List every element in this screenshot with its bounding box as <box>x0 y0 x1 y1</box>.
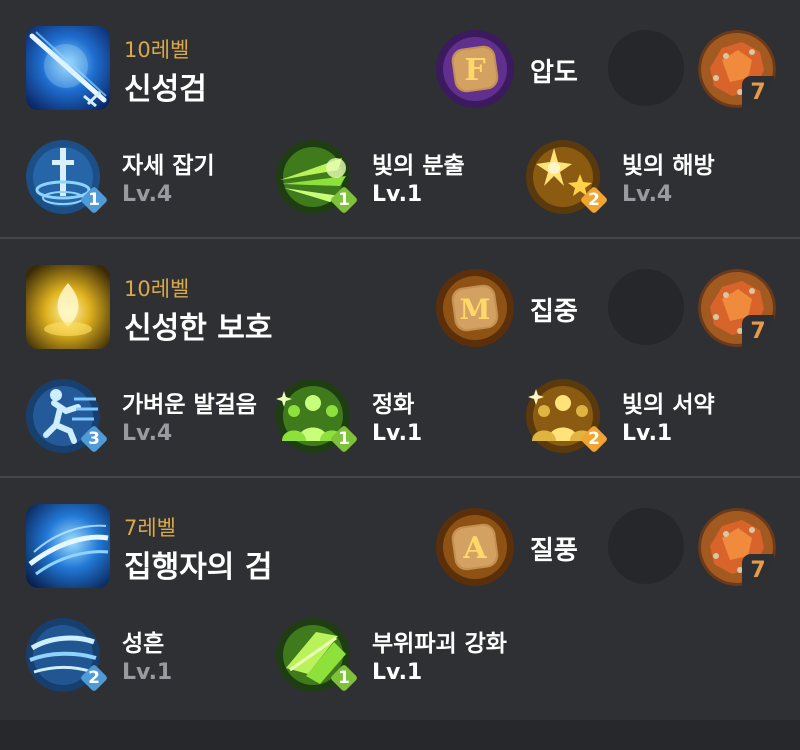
tripod-tier-badge: 1 <box>329 424 359 454</box>
skill-level: 7레벨 <box>124 516 177 540</box>
gem-icon[interactable]: 7 <box>698 30 776 108</box>
tripod-name: 부위파괴 강화 <box>372 631 507 657</box>
tripod-item[interactable]: 1 빛의 분출 Lv.1 <box>276 140 516 220</box>
tripod-level: Lv.1 <box>122 660 173 685</box>
rune-stone-icon[interactable]: A <box>436 508 514 586</box>
tripod-item[interactable]: 2 빛의 서약 Lv.1 <box>526 379 766 459</box>
rune-letter: M <box>460 293 491 326</box>
tripod-tier-badge: 2 <box>579 185 609 215</box>
tripod-level: Lv.1 <box>372 660 423 685</box>
tripod-name: 자세 잡기 <box>122 153 215 179</box>
tripod-name: 가벼운 발걸음 <box>122 392 257 418</box>
tripod-item[interactable]: 3 가벼운 발걸음 Lv.4 <box>26 379 266 459</box>
skill-card-holy-sword[interactable]: 10레벨 신성검 F 압도 7 1 자세 잡기 Lv.4 1 빛의 분출 Lv.… <box>0 0 800 239</box>
tripod-level: Lv.4 <box>122 421 173 446</box>
tripod-item[interactable]: 1 부위파괴 강화 Lv.1 <box>276 618 516 698</box>
tripod-name: 빛의 서약 <box>622 392 715 418</box>
tripod-name: 빛의 분출 <box>372 153 465 179</box>
rune-label: 질풍 <box>530 536 578 566</box>
tripod-tier-badge: 1 <box>329 185 359 215</box>
empty-gem-slot[interactable] <box>608 508 684 584</box>
tripod-level: Lv.1 <box>372 182 423 207</box>
tripod-item[interactable]: 2 성흔 Lv.1 <box>26 618 266 698</box>
tripod-tier-badge: 2 <box>579 424 609 454</box>
skill-level: 10레벨 <box>124 38 190 62</box>
tripod-item[interactable]: 2 빛의 해방 Lv.4 <box>526 140 766 220</box>
skill-level: 10레벨 <box>124 277 190 301</box>
gem-icon[interactable]: 7 <box>698 508 776 586</box>
tripod-tier-badge: 1 <box>79 185 109 215</box>
rune-label: 압도 <box>530 58 578 88</box>
tripod-item[interactable]: 1 정화 Lv.1 <box>276 379 516 459</box>
tripod-tier-badge: 2 <box>79 663 109 693</box>
skill-name: 집행자의 검 <box>124 550 273 585</box>
tripod-level: Lv.4 <box>622 182 673 207</box>
gem-icon[interactable]: 7 <box>698 269 776 347</box>
bottom-edge-band <box>0 720 800 750</box>
tripod-level: Lv.1 <box>622 421 673 446</box>
skill-name: 신성검 <box>124 72 207 107</box>
empty-gem-slot[interactable] <box>608 269 684 345</box>
gem-level-count: 7 <box>742 554 774 586</box>
tripod-item[interactable]: 1 자세 잡기 Lv.4 <box>26 140 266 220</box>
tripod-tier-badge: 1 <box>329 663 359 693</box>
rune-letter: A <box>462 531 487 566</box>
rune-letter: F <box>464 53 485 88</box>
skill-name: 신성한 보호 <box>124 311 273 346</box>
tripod-name: 정화 <box>372 392 415 418</box>
holy-sword-skill-icon[interactable] <box>26 26 110 110</box>
gem-level-count: 7 <box>742 315 774 347</box>
rune-label: 집중 <box>530 297 578 327</box>
rune-stone-icon[interactable]: M <box>436 269 514 347</box>
gem-level-count: 7 <box>742 76 774 108</box>
holy-protection-skill-icon[interactable] <box>26 265 110 349</box>
tripod-tier-badge: 3 <box>79 424 109 454</box>
tripod-level: Lv.4 <box>122 182 173 207</box>
tripod-name: 빛의 해방 <box>622 153 715 179</box>
skill-card-holy-protection[interactable]: 10레벨 신성한 보호 M 집중 7 3 가벼운 발걸음 Lv.4 1 정화 L… <box>0 239 800 478</box>
rune-stone-icon[interactable]: F <box>436 30 514 108</box>
tripod-name: 성흔 <box>122 631 165 657</box>
skill-card-executioner-sword[interactable]: 7레벨 집행자의 검 A 질풍 7 2 성흔 Lv.1 1 부위파괴 강화 Lv… <box>0 478 800 708</box>
executioner-sword-skill-icon[interactable] <box>26 504 110 588</box>
empty-gem-slot[interactable] <box>608 30 684 106</box>
tripod-level: Lv.1 <box>372 421 423 446</box>
